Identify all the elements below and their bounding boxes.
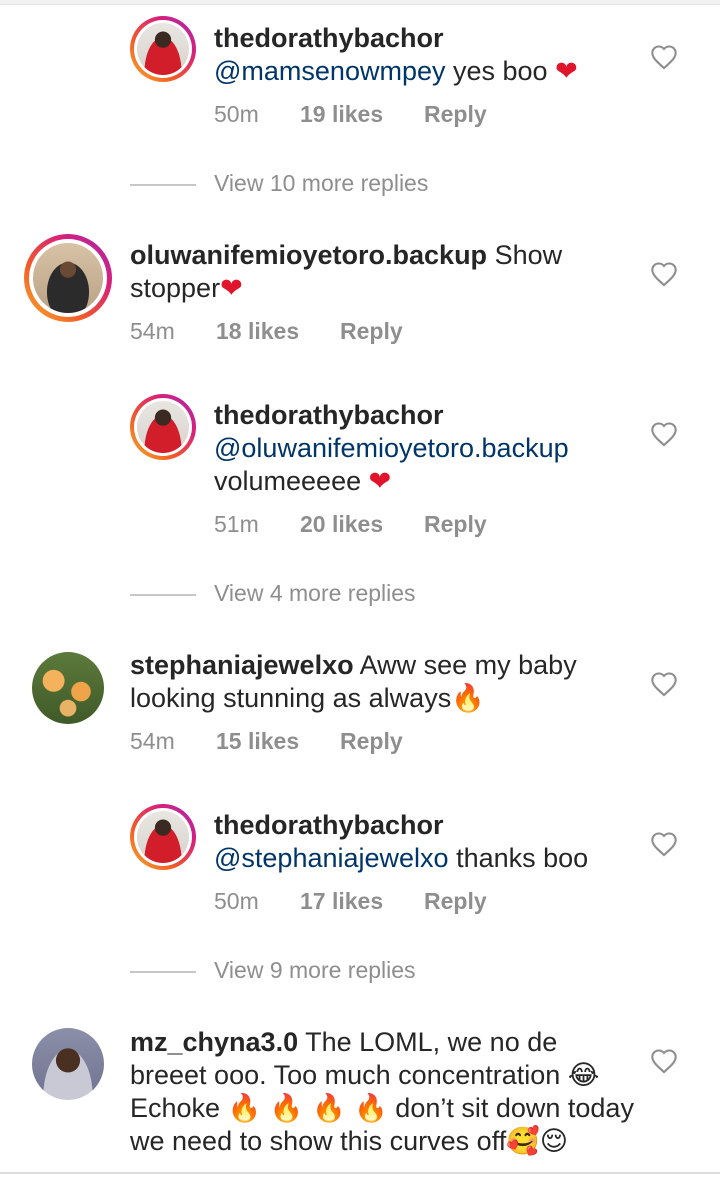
comment-meta: 54m 18 likes Reply (130, 318, 403, 345)
comment-username[interactable]: mz_chyna3.0 (130, 1027, 298, 1057)
fire-emoji: 🔥 (451, 683, 485, 714)
comment-username[interactable]: thedorathybachor (214, 400, 444, 430)
reply-button[interactable]: Reply (424, 888, 487, 915)
bottom-divider (0, 1172, 720, 1174)
reply-button[interactable]: Reply (424, 511, 487, 538)
comment-body: don’t sit down today (387, 1093, 634, 1123)
comment-text: mz_chyna3.0 The LOML, we no de breeet oo… (130, 1026, 650, 1158)
comment-body: Show (487, 240, 563, 270)
heart-outline-icon[interactable] (650, 261, 678, 287)
avatar-photo (32, 652, 104, 724)
comment-likes[interactable]: 18 likes (216, 318, 340, 345)
heart-outline-icon[interactable] (650, 421, 678, 447)
view-more-replies[interactable]: View 10 more replies (130, 170, 428, 197)
comment-time: 54m (130, 728, 175, 754)
comment-body: thanks boo (448, 843, 589, 873)
avatar[interactable] (32, 1028, 104, 1100)
comment-body: we need to show this curves off (130, 1126, 507, 1156)
comment-likes[interactable]: 15 likes (216, 728, 340, 755)
smiling-emoji: 🥰😌 (506, 1126, 568, 1157)
comment-username[interactable]: thedorathybachor (214, 810, 444, 840)
comment-mention[interactable]: @stephaniajewelxo (214, 843, 449, 873)
comment-text: thedorathybachor @stephaniajewelxo thank… (214, 809, 654, 875)
top-divider (0, 0, 720, 5)
heart-outline-icon[interactable] (650, 831, 678, 857)
red-heart-emoji: ❤ (220, 273, 243, 304)
heart-outline-icon[interactable] (650, 671, 678, 697)
comment-username[interactable]: stephaniajewelxo (130, 650, 354, 680)
view-more-replies[interactable]: View 9 more replies (130, 957, 416, 984)
comment-username[interactable]: thedorathybachor (214, 23, 444, 53)
reply-button[interactable]: Reply (340, 318, 403, 345)
comment-time: 51m (214, 511, 259, 537)
comment-body: looking stunning as always (130, 683, 452, 713)
comment-text: thedorathybachor @oluwanifemioyetoro.bac… (214, 399, 654, 498)
comment-username[interactable]: oluwanifemioyetoro.backup (130, 240, 487, 270)
reply-button[interactable]: Reply (340, 728, 403, 755)
comment-likes[interactable]: 17 likes (300, 888, 424, 915)
comment-body: The LOML, we no de (298, 1027, 558, 1057)
comment-body: volumeeeee (214, 466, 369, 496)
comment-text: stephaniajewelxo Aww see my baby looking… (130, 649, 640, 715)
red-heart-emoji: ❤ (555, 56, 578, 87)
avatar-photo (32, 1028, 104, 1100)
red-heart-emoji: ❤ (368, 466, 392, 497)
view-more-label: View 9 more replies (214, 957, 416, 983)
heart-outline-icon[interactable] (650, 44, 678, 70)
comment-meta: 50m 17 likes Reply (214, 888, 487, 915)
comment-body: yes boo (445, 56, 556, 86)
comment-meta: 50m 19 likes Reply (214, 101, 487, 128)
avatar[interactable] (130, 16, 196, 82)
view-more-label: View 10 more replies (214, 170, 429, 196)
avatar[interactable] (130, 394, 196, 460)
comment-mention[interactable]: @mamsenowmpey (214, 56, 445, 86)
avatar-photo (137, 811, 189, 863)
avatar-photo (137, 401, 189, 453)
view-more-replies[interactable]: View 4 more replies (130, 580, 416, 607)
comment-likes[interactable]: 20 likes (300, 511, 424, 538)
comment-text: thedorathybachor @mamsenowmpey yes boo ❤ (214, 22, 654, 88)
comment-likes[interactable]: 19 likes (300, 101, 424, 128)
comment-body: Echoke (130, 1093, 228, 1123)
avatar[interactable] (130, 804, 196, 870)
thread-line (130, 183, 196, 186)
avatar[interactable] (32, 652, 104, 724)
reply-button[interactable]: Reply (424, 101, 487, 128)
comment-time: 50m (214, 101, 259, 127)
comment-time: 54m (130, 318, 175, 344)
comment-body: breeet ooo. Too much concentration (130, 1060, 568, 1090)
comment-mention[interactable]: @oluwanifemioyetoro.backup (214, 433, 569, 463)
laughing-emoji: 😂 (567, 1060, 600, 1091)
comment-meta: 54m 15 likes Reply (130, 728, 403, 755)
comment-time: 50m (214, 888, 259, 914)
thread-line (130, 970, 196, 973)
comment-meta: 51m 20 likes Reply (214, 511, 487, 538)
fire-emoji-group: 🔥 🔥 🔥 🔥 (227, 1093, 388, 1124)
view-more-label: View 4 more replies (214, 580, 416, 606)
heart-outline-icon[interactable] (650, 1048, 678, 1074)
avatar-photo (137, 23, 189, 75)
avatar-photo (33, 243, 103, 313)
thread-line (130, 593, 196, 596)
comment-body: Aww see my baby (353, 650, 577, 680)
avatar[interactable] (24, 234, 112, 322)
comment-body: stopper (130, 273, 221, 303)
comment-text: oluwanifemioyetoro.backup Show stopper❤ (130, 239, 640, 305)
